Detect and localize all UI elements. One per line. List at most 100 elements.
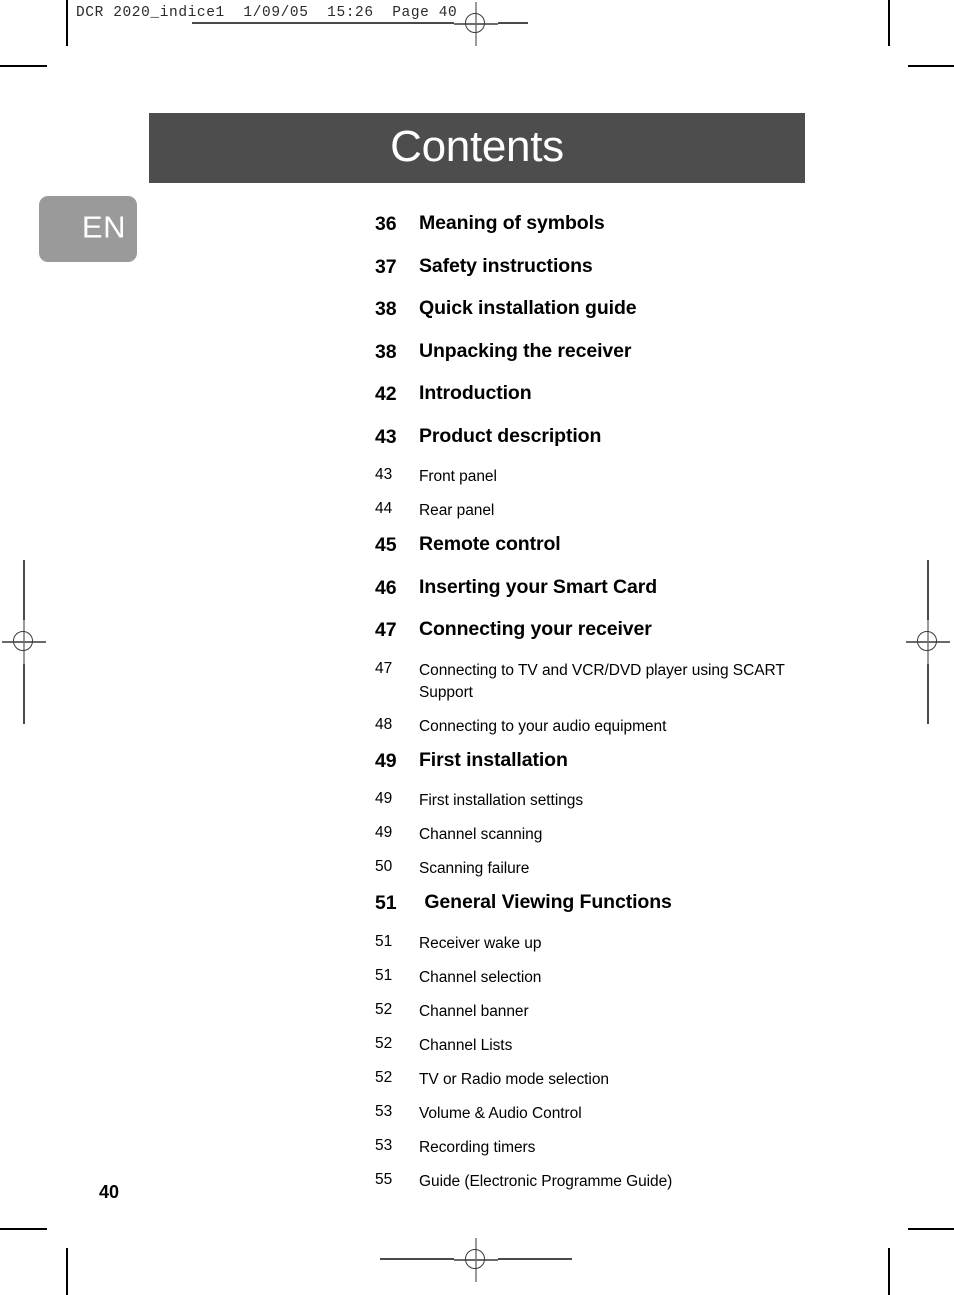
toc-entry-label: Introduction [419,382,532,404]
toc-entry[interactable]: 38 Quick installation guide [375,297,805,321]
registration-mark-right [906,620,950,664]
registration-mark-left [2,620,46,664]
toc-entry-label: Receiver wake up [419,934,542,952]
crop-mark-top-right-horizontal [908,65,954,67]
toc-entry[interactable]: 52 TV or Radio mode selection [375,1069,805,1091]
toc-entry[interactable]: 51 General Viewing Functions [375,891,805,915]
toc-entry-label: Connecting to TV and VCR/DVD player usin… [419,661,789,701]
registration-rule-top-right [498,22,528,24]
toc-entry-page-number: 52 [375,1000,393,1018]
page-title-bar: Contents [149,113,805,183]
toc-entry-label: Channel selection [419,968,542,986]
toc-entry[interactable]: 48 Connecting to your audio equipment [375,716,805,738]
toc-entry-label: Unpacking the receiver [419,339,632,362]
toc-entry[interactable]: 52 Channel banner [375,1001,805,1023]
registration-ring [917,631,937,651]
toc-entry-label: Connecting to your audio equipment [419,717,667,735]
toc-entry[interactable]: 43 Product description [375,425,805,449]
crop-mark-bottom-left-vertical [66,1248,68,1295]
crop-mark-bottom-right-horizontal [908,1228,954,1230]
toc-entry[interactable]: 51 Channel selection [375,967,805,989]
toc-entry[interactable]: 50 Scanning failure [375,858,805,880]
registration-rule-top-left [192,22,454,24]
registration-rule-left-lower [23,664,25,724]
toc-entry[interactable]: 44 Rear panel [375,500,805,522]
toc-entry[interactable]: 36 Meaning of symbols [375,212,805,236]
toc-entry-page-number: 53 [375,1136,393,1154]
toc-entry[interactable]: 37 Safety instructions [375,255,805,279]
toc-entry-page-number: 49 [375,749,397,772]
toc-entry-label: Inserting your Smart Card [419,575,658,598]
toc-entry-label: Connecting your receiver [419,618,652,640]
toc-entry-page-number: 52 [375,1034,393,1052]
toc-entry-label: Quick installation guide [419,297,637,319]
toc-entry-page-number: 49 [375,824,393,841]
toc-entry-page-number: 51 [375,892,397,914]
toc-entry-page-number: 43 [375,466,393,483]
toc-entry-page-number: 43 [375,425,397,448]
crop-mark-bottom-right-vertical [888,1248,890,1295]
toc-entry[interactable]: 47 Connecting to TV and VCR/DVD player us… [375,660,805,704]
toc-entry[interactable]: 49 First installation [375,748,805,773]
toc-entry[interactable]: 49 Channel scanning [375,824,805,846]
toc-entry-label: Rear panel [419,502,495,519]
toc-entry[interactable]: 43 Front panel [375,466,805,488]
crop-mark-top-right-vertical [888,0,890,46]
registration-mark-bottom [454,1238,498,1282]
registration-mark-top [454,2,498,46]
registration-rule-bottom-right [498,1258,572,1260]
registration-rule-right-upper [927,560,929,620]
toc-entry-label: Channel Lists [419,1036,513,1054]
toc-entry-page-number: 51 [375,966,393,984]
toc-entry[interactable]: 38 Unpacking the receiver [375,339,805,364]
toc-entry-page-number: 44 [375,500,393,517]
toc-entry-label: Remote control [419,533,561,555]
registration-rule-right-lower [927,664,929,724]
toc-entry[interactable]: 49 First installation settings [375,790,805,812]
toc-entry-page-number: 47 [375,619,397,641]
toc-entry-page-number: 53 [375,1102,393,1120]
toc-entry-page-number: 38 [375,298,397,320]
toc-entry-label: Scanning failure [419,860,530,877]
toc-entry-label: TV or Radio mode selection [419,1070,609,1088]
crop-mark-bottom-left-horizontal [0,1228,47,1230]
toc-entry-page-number: 48 [375,715,393,733]
toc-entry[interactable]: 46 Inserting your Smart Card [375,575,805,600]
registration-ring [13,631,33,651]
toc-entry-label: Meaning of symbols [419,212,605,234]
toc-entry-page-number: 47 [375,659,393,677]
registration-ring [465,1249,485,1269]
toc-entry-page-number: 50 [375,858,393,875]
toc-entry[interactable]: 51 Receiver wake up [375,933,805,955]
toc-entry-page-number: 46 [375,576,397,599]
toc-entry[interactable]: 47 Connecting your receiver [375,618,805,642]
toc-entry-page-number: 51 [375,932,393,950]
printer-header-text: DCR 2020_indice1 1/09/05 15:26 Page 40 [76,5,458,21]
toc-entry-page-number: 45 [375,534,397,556]
toc-entry-page-number: 42 [375,383,397,405]
toc-entry-page-number: 52 [375,1068,393,1086]
toc-entry[interactable]: 53 Volume & Audio Control [375,1103,805,1125]
crop-mark-top-left-vertical [66,0,68,46]
toc-entry[interactable]: 42 Introduction [375,382,805,406]
toc-entry[interactable]: 52 Channel Lists [375,1035,805,1057]
toc-entry-label: Volume & Audio Control [419,1104,582,1122]
toc-entry-page-number: 36 [375,213,397,235]
toc-entry[interactable]: 53 Recording timers [375,1137,805,1159]
toc-entry-label: Channel banner [419,1002,529,1020]
toc-entry[interactable]: 45 Remote control [375,533,805,557]
toc-entry-label: First installation settings [419,792,584,809]
toc-entry-label: Front panel [419,468,497,485]
toc-entry-label: Recording timers [419,1138,536,1156]
toc-entry-label: Channel scanning [419,826,543,843]
toc-entry-label: First installation [419,748,568,771]
crop-mark-top-left-horizontal [0,65,47,67]
table-of-contents: 36 Meaning of symbols 37 Safety instruction… [375,212,805,1205]
toc-entry-page-number: 49 [375,790,393,807]
language-tab-label: EN [81,209,126,245]
toc-entry-page-number: 55 [375,1170,393,1188]
page-title: Contents [390,122,564,171]
toc-entry[interactable]: 55 Guide (Electronic Programme Guide) [375,1171,805,1193]
toc-entry-page-number: 38 [375,340,397,363]
language-tab-en: EN [39,196,137,262]
